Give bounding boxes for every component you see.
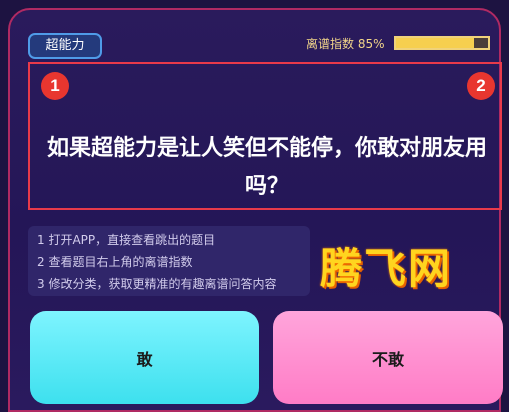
step-item: 2 查看题目右上角的离谱指数 (37, 255, 193, 269)
absurdity-index-bar (394, 36, 490, 50)
step-item: 1 打开APP，直接查看跳出的题目 (37, 233, 216, 247)
marker-1: 1 (41, 72, 69, 100)
question-box: 1 2 如果超能力是让人笑但不能停，你敢对朋友用吗？ (28, 62, 502, 210)
watermark-logo: 腾飞网 (320, 244, 453, 293)
step-item: 3 修改分类，获取更精准的有趣离谱问答内容 (37, 277, 277, 291)
question-text: 如果超能力是让人笑但不能停，你敢对朋友用吗？ (46, 136, 487, 199)
not-dare-button[interactable]: 不敢 (273, 311, 503, 404)
dare-button[interactable]: 敢 (30, 311, 259, 404)
absurdity-index-label: 离谱指数 85% (306, 37, 385, 51)
marker-2: 2 (467, 72, 495, 100)
category-badge[interactable]: 超能力 (28, 33, 102, 59)
absurdity-index-bar-fill (396, 38, 475, 48)
instruction-steps: 1 打开APP，直接查看跳出的题目 2 查看题目右上角的离谱指数 3 修改分类，… (28, 226, 310, 296)
